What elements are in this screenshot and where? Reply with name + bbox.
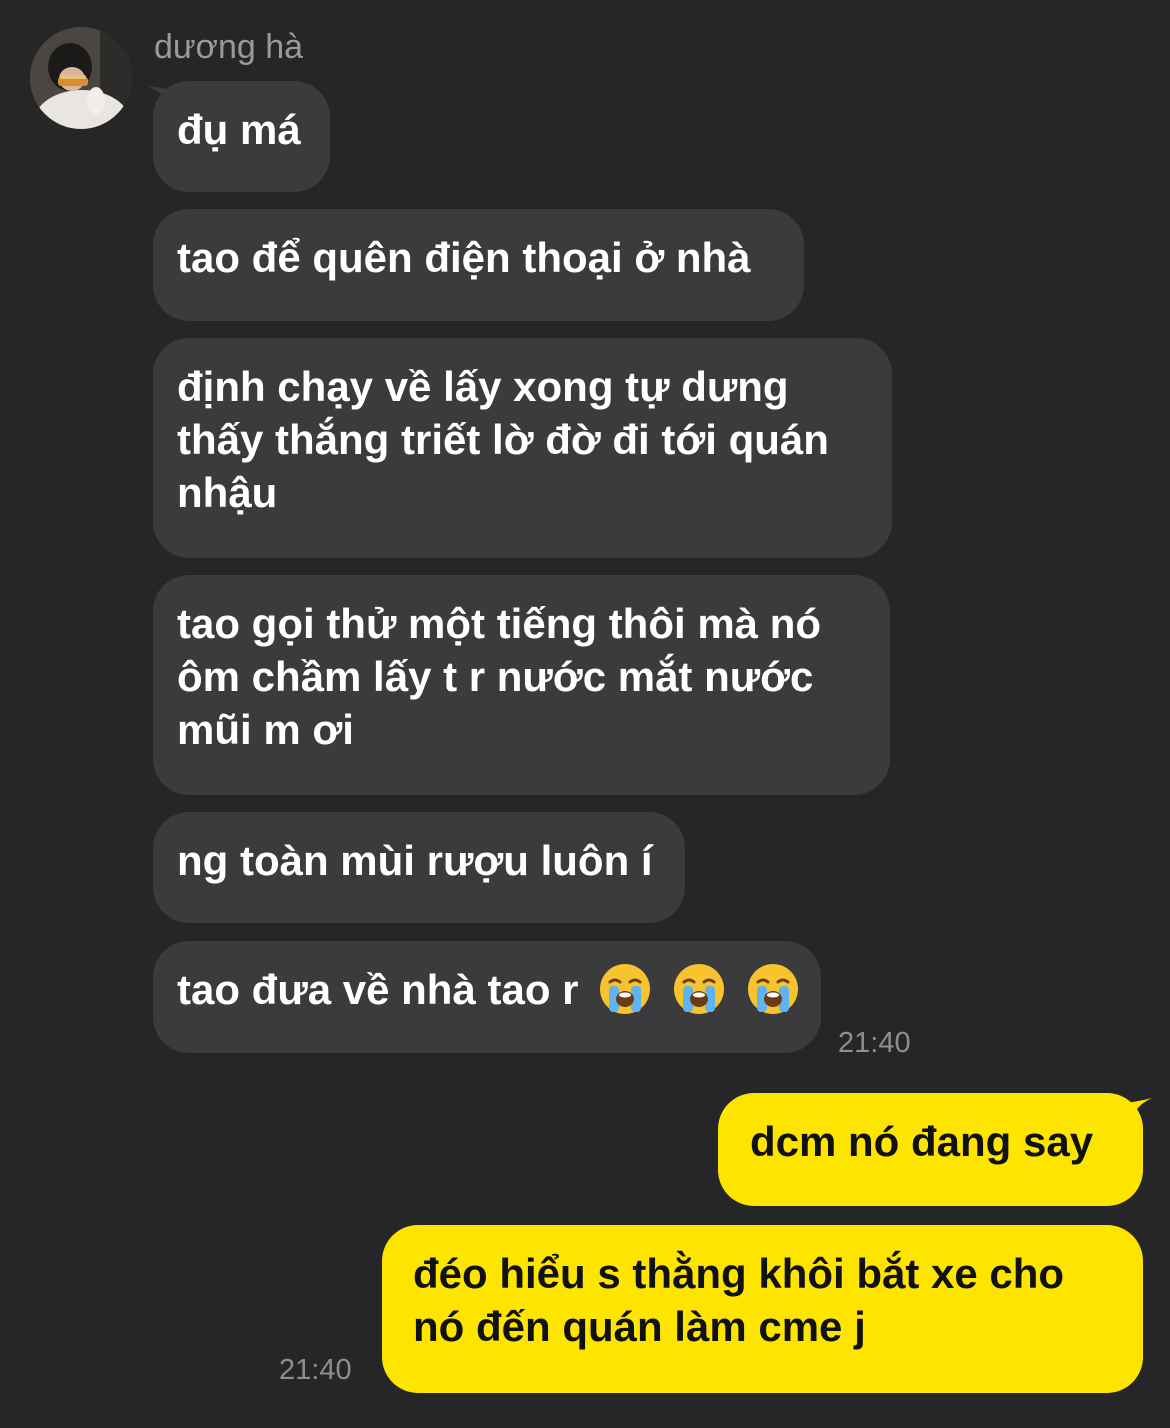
profile-photo-icon xyxy=(30,27,132,129)
outgoing-message[interactable]: dcm nó đang say xyxy=(718,1093,1143,1206)
incoming-message[interactable]: định chạy về lấy xong tự dưng thấy thắng… xyxy=(153,338,892,558)
contact-avatar[interactable] xyxy=(30,27,132,129)
incoming-message-with-emoji[interactable]: tao đưa về nhà tao r xyxy=(153,941,821,1053)
sender-name: dương hà xyxy=(154,28,304,66)
incoming-message[interactable]: đụ má xyxy=(153,81,330,192)
outgoing-message[interactable]: đéo hiểu s thằng khôi bắt xe cho nó đến … xyxy=(382,1225,1143,1393)
loudly-crying-face-icon xyxy=(673,963,724,1014)
incoming-message[interactable]: tao để quên điện thoại ở nhà xyxy=(153,209,804,321)
incoming-message-text: tao đưa về nhà tao r xyxy=(177,966,579,1013)
incoming-message[interactable]: ng toàn mùi rượu luôn í xyxy=(153,812,685,923)
incoming-message[interactable]: tao gọi thử một tiếng thôi mà nó ôm chầm… xyxy=(153,575,890,795)
incoming-timestamp: 21:40 xyxy=(838,1027,911,1059)
outgoing-timestamp: 21:40 xyxy=(279,1354,352,1386)
loudly-crying-face-icon xyxy=(747,963,798,1014)
loudly-crying-face-icon xyxy=(600,963,651,1014)
